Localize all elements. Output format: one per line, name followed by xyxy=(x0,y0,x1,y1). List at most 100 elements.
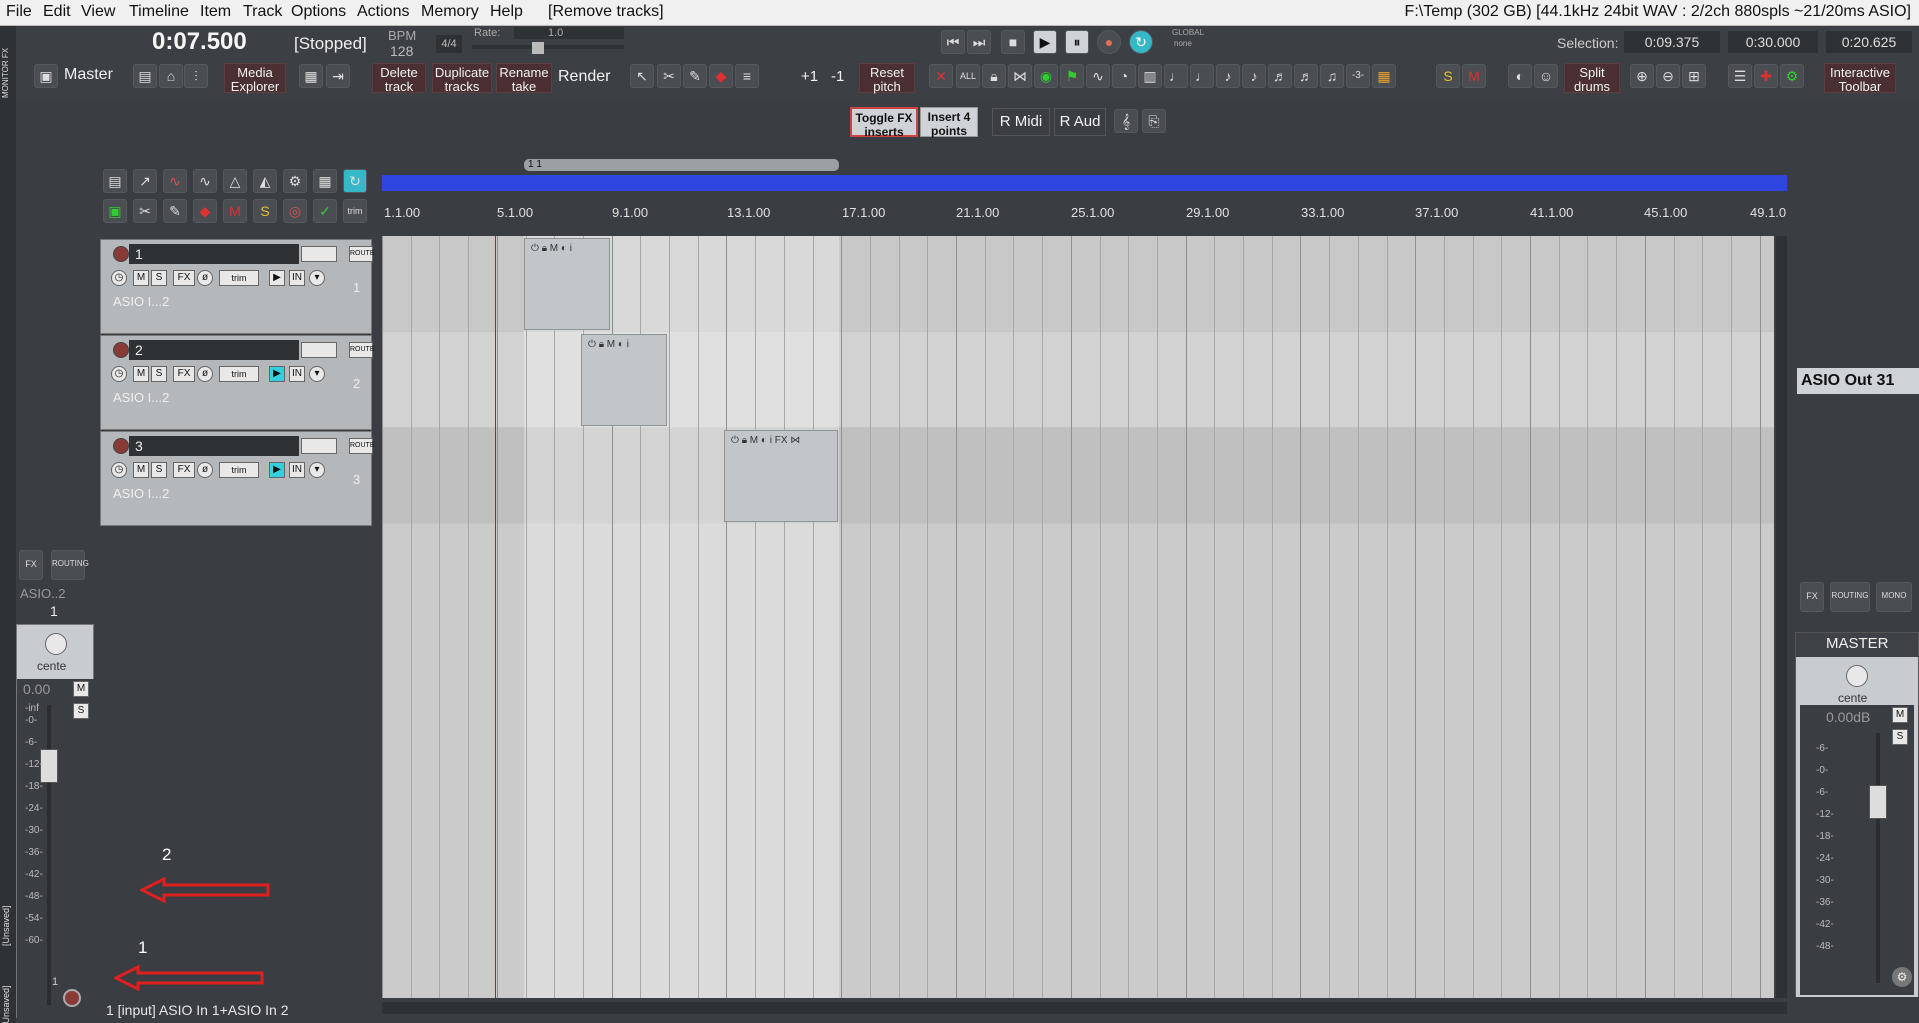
tcp-tool-1-icon[interactable]: ▤ xyxy=(103,169,127,193)
media-item-1[interactable]: ⏻ 🔒︎ M ◐ i xyxy=(524,238,610,330)
monitor-icon[interactable]: ▶ xyxy=(269,270,285,286)
unsaved-tab-1[interactable]: [Unsaved] xyxy=(1,876,15,946)
lock-icon[interactable]: 🔒︎ xyxy=(982,64,1006,88)
asio-out-label[interactable]: ASIO Out 31 xyxy=(1797,368,1919,394)
delete-track-button[interactable]: Delete track xyxy=(372,63,426,94)
render-button[interactable]: Render xyxy=(558,68,610,86)
phase-icon[interactable]: ø xyxy=(197,462,213,478)
tcp-tool-3-icon[interactable]: ∿ xyxy=(163,169,187,193)
volume-knob-icon[interactable]: ◷ xyxy=(111,462,127,478)
mute-button[interactable]: M xyxy=(133,462,149,478)
tcp-tool-16-icon[interactable]: ◎ xyxy=(283,199,307,223)
clipboard-icon[interactable]: ⎘ xyxy=(1142,109,1166,133)
route-button[interactable]: ROUTE xyxy=(349,246,375,262)
color-icon[interactable]: ▦ xyxy=(1372,64,1396,88)
master-routing-button[interactable]: ROUTING xyxy=(1830,582,1870,612)
rate-slider[interactable] xyxy=(472,45,624,49)
track-io[interactable]: ASIO I...2 xyxy=(113,294,169,309)
fx-button[interactable]: FX xyxy=(173,366,195,382)
zoom-in-icon[interactable]: ⊕ xyxy=(1630,64,1654,88)
minus-one-button[interactable]: -1 xyxy=(831,68,844,85)
edit-cursor[interactable] xyxy=(495,236,496,998)
menu-item[interactable]: Item xyxy=(200,3,231,21)
tcp-tool-4-icon[interactable]: ∿ xyxy=(193,169,217,193)
input-button[interactable]: IN xyxy=(289,270,305,286)
play-icon[interactable]: ▶ xyxy=(1033,30,1057,54)
track-2[interactable]: 2 ROUTE ◷ M S FX ø trim ▶ IN ▾ ASIO I...… xyxy=(100,335,375,430)
stop-icon[interactable]: ■ xyxy=(1001,30,1025,54)
thirtysecond-note-icon[interactable]: ♬ xyxy=(1294,64,1318,88)
unsaved-tab-2[interactable]: [Unsaved] xyxy=(1,956,15,1023)
volume-knob-icon[interactable]: ◷ xyxy=(111,270,127,286)
whole-note-icon[interactable]: ♩ xyxy=(1164,64,1188,88)
record-arm-icon[interactable] xyxy=(113,342,129,358)
r-aud-button[interactable]: R Aud xyxy=(1054,108,1106,136)
r-midi-button[interactable]: R Midi xyxy=(992,108,1050,136)
metronome-icon[interactable]: ◔ xyxy=(1112,64,1136,88)
grid-icon[interactable]: ▦ xyxy=(299,64,323,88)
vertical-scrollbar[interactable] xyxy=(1776,236,1787,998)
pause-icon[interactable]: ⏸ xyxy=(1065,30,1089,54)
volume-slider[interactable] xyxy=(301,246,337,262)
tcp-tool-6-icon[interactable]: ◭ xyxy=(253,169,277,193)
scissors-icon[interactable]: ✂ xyxy=(657,64,681,88)
half-note-icon[interactable]: ♩ xyxy=(1190,64,1214,88)
plus-one-button[interactable]: +1 xyxy=(801,68,818,85)
master-pan-knob[interactable] xyxy=(1846,665,1868,687)
eighth-note-icon[interactable]: ♪ xyxy=(1242,64,1266,88)
monitor-fx-label[interactable]: MONITOR FX xyxy=(1,38,15,98)
loop-bar[interactable] xyxy=(382,175,1787,191)
tcp-tool-15-icon[interactable]: S xyxy=(253,199,277,223)
insert-4-points-button[interactable]: Insert 4 points xyxy=(920,107,978,138)
track-io[interactable]: ASIO I...2 xyxy=(113,486,169,501)
menu-edit[interactable]: Edit xyxy=(43,3,71,21)
pointer-icon[interactable]: ↖ xyxy=(630,64,654,88)
mute-button[interactable]: M xyxy=(133,270,149,286)
solo-button[interactable]: S xyxy=(151,366,167,382)
menu-track[interactable]: Track xyxy=(243,3,282,21)
list-icon[interactable]: ☰ xyxy=(1728,64,1752,88)
tcp-tool-12-icon[interactable]: ✎ xyxy=(163,199,187,223)
input-button[interactable]: IN xyxy=(289,462,305,478)
eraser-icon[interactable]: ◆ xyxy=(709,64,733,88)
wrench-icon[interactable]: ✚ xyxy=(1754,64,1778,88)
envelope-icon[interactable]: ⋈ xyxy=(1008,64,1032,88)
monitor-icon[interactable]: ▶ xyxy=(269,366,285,382)
mute-button[interactable]: M xyxy=(133,366,149,382)
sixteenth-note-icon[interactable]: ♬ xyxy=(1268,64,1292,88)
duplicate-tracks-button[interactable]: Duplicate tracks xyxy=(432,63,492,94)
timesig[interactable]: 4/4 xyxy=(436,35,462,53)
go-end-icon[interactable]: ⏭ xyxy=(967,30,991,54)
menu-options[interactable]: Options xyxy=(291,3,346,21)
pencil-icon[interactable]: ✎ xyxy=(683,64,707,88)
menu-help[interactable]: Help xyxy=(490,3,523,21)
repeat-icon[interactable]: ↻ xyxy=(1129,30,1153,54)
tcp-tool-18-icon[interactable]: trim xyxy=(343,199,367,223)
route-button[interactable]: ROUTE xyxy=(349,438,375,454)
solo-button[interactable]: S xyxy=(151,270,167,286)
save-icon[interactable]: ▣ xyxy=(34,64,58,88)
master-mute-button[interactable]: M xyxy=(1892,707,1908,723)
tcp-tool-17-icon[interactable]: ✓ xyxy=(313,199,337,223)
horizontal-scrollbar[interactable] xyxy=(382,1002,1787,1014)
tcp-tool-11-icon[interactable]: ✂ xyxy=(133,199,157,223)
clef-lock-icon[interactable]: 𝄞 xyxy=(1114,109,1138,133)
monitor-icon[interactable]: ▶ xyxy=(269,462,285,478)
menu-view[interactable]: View xyxy=(81,3,115,21)
zoom-select-icon[interactable]: ⊞ xyxy=(1682,64,1706,88)
new-project-icon[interactable]: ▤ xyxy=(133,64,157,88)
dropdown-icon[interactable]: ▾ xyxy=(309,366,325,382)
tcp-tool-10-icon[interactable]: ▣ xyxy=(103,199,127,223)
grid-toggle-icon[interactable]: ▥ xyxy=(1138,64,1162,88)
snap-icon[interactable]: ⇥ xyxy=(326,64,350,88)
route-button[interactable]: ROUTE xyxy=(349,342,375,358)
tcp-tool-7-icon[interactable]: ⚙ xyxy=(283,169,307,193)
curve-icon[interactable]: ∿ xyxy=(1086,64,1110,88)
record-arm-icon[interactable] xyxy=(63,989,81,1007)
dropdown-icon[interactable]: ▾ xyxy=(309,270,325,286)
track-io[interactable]: ASIO I...2 xyxy=(113,390,169,405)
solo-button[interactable]: S xyxy=(73,703,89,719)
selection-length[interactable]: 0:20.625 xyxy=(1826,31,1912,53)
media-item-3[interactable]: ⏻ 🔒︎ M ◐ i FX ⋈ xyxy=(724,430,838,522)
global-value[interactable]: none xyxy=(1174,39,1192,48)
